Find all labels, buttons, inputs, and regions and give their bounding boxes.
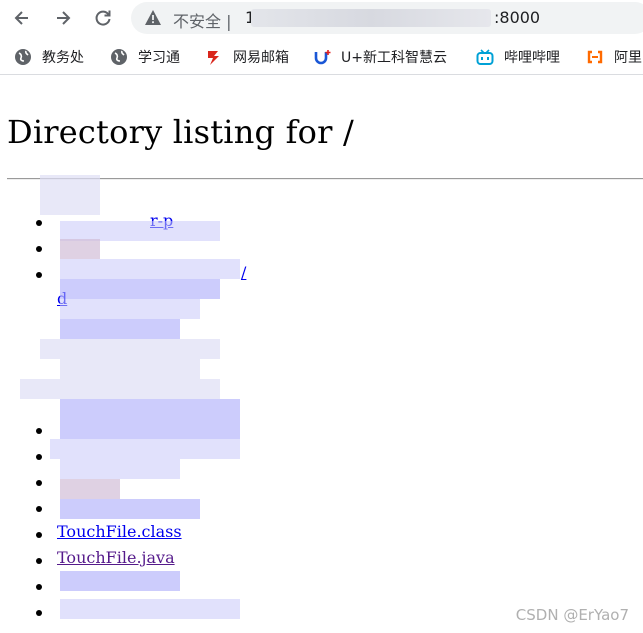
bookmark-label: 哔哩哔哩 [504,50,560,66]
bookmark-label: 阿里 [614,50,642,66]
forward-button[interactable] [49,4,77,32]
list-bullet [36,506,42,512]
redaction-block [60,599,240,619]
bookmark-jiaowuchu[interactable]: 教务处 [14,47,84,67]
security-label: 不安全 | [173,12,232,31]
bookmark-aliyun[interactable]: 阿里 [586,47,642,67]
globe-icon [14,48,32,66]
bookmarks-bar: 教务处 学习通 网易邮箱 U+新工科智慧云 哔哩哔哩 阿里 [0,40,643,75]
redaction-block [40,339,220,359]
list-bullet [36,532,42,538]
browser-toolbar: 不安全 | 1 :8000 [0,0,643,36]
redaction-block [60,259,240,279]
list-bullet [36,480,42,486]
list-bullet [36,246,42,252]
redaction-block [60,479,120,499]
redaction-block [60,359,200,379]
arrow-left-icon [14,11,28,25]
watermark: CSDN @ErYao7 [515,606,629,624]
redaction-block [60,221,220,241]
list-bullet [36,454,42,460]
bookmark-label: 网易邮箱 [233,50,289,66]
bookmark-label: 教务处 [42,50,84,66]
directory-listing-page: Directory listing for / r-p / d TouchFil… [0,75,643,633]
list-bullet [36,558,42,564]
bookmark-xuexitong[interactable]: 学习通 [110,47,180,67]
redaction-block [60,279,220,299]
redaction-block [60,499,200,519]
redaction-block [60,319,180,339]
redaction-block [60,299,200,319]
list-bullet [36,584,42,590]
redaction-block [40,175,100,215]
bookmark-label: U+新工科智慧云 [341,50,447,66]
list-bullet [36,272,42,278]
file-link-touchfile-class[interactable]: TouchFile.class [57,522,182,541]
netease-mail-icon [205,48,223,66]
aliyun-icon [586,48,604,66]
divider [7,178,643,180]
warning-triangle-icon [145,10,161,25]
url-redaction [251,9,491,27]
arrow-right-icon [57,11,71,25]
page-title: Directory listing for / [7,113,354,151]
bookmark-bilibili[interactable]: 哔哩哔哩 [476,47,560,67]
back-button[interactable] [8,4,36,32]
redacted-link-fragment[interactable]: / [241,263,246,282]
redaction-block [60,399,240,439]
list-bullet [36,428,42,434]
url-port: :8000 [494,8,541,27]
reload-button[interactable] [89,4,117,32]
bookmark-u-plus[interactable]: U+新工科智慧云 [313,47,447,67]
redaction-block [60,239,100,259]
list-bullet [36,610,42,616]
list-bullet [36,220,42,226]
redaction-block [20,379,220,399]
u-plus-icon [313,48,331,66]
bookmark-label: 学习通 [138,50,180,66]
reload-icon [95,10,111,26]
file-link-touchfile-java[interactable]: TouchFile.java [57,548,175,567]
bookmark-netease-mail[interactable]: 网易邮箱 [205,47,289,67]
redaction-block [60,571,180,591]
address-bar[interactable]: 不安全 | 1 :8000 [131,2,643,34]
globe-icon [110,48,128,66]
bilibili-icon [476,48,494,66]
redaction-block [50,439,240,459]
redaction-block [60,459,180,479]
